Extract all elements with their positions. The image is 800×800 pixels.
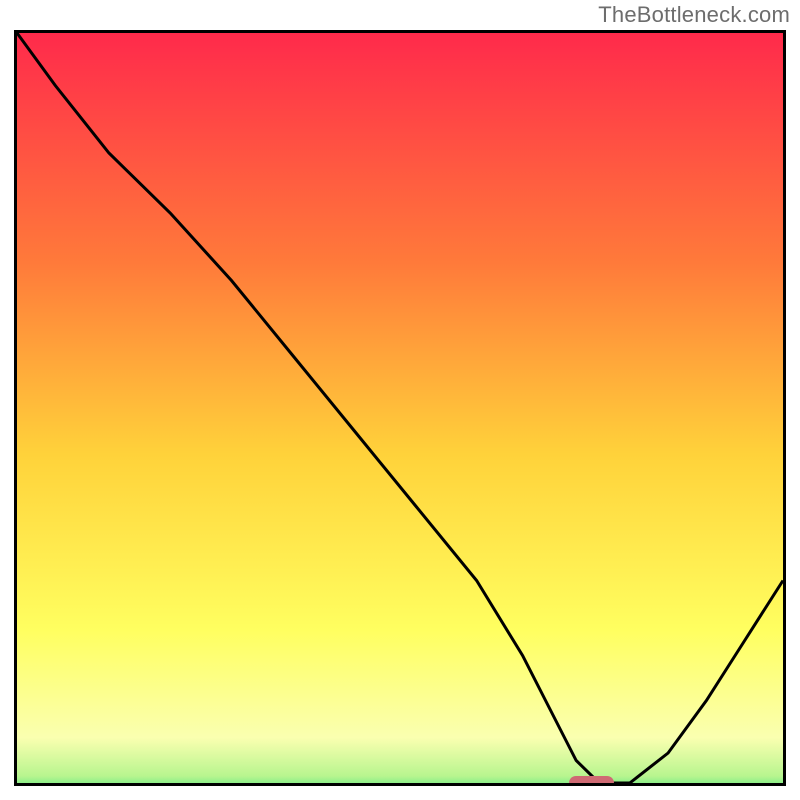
- plot-area: [14, 30, 786, 786]
- bottleneck-curve: [17, 33, 783, 783]
- chart-frame: TheBottleneck.com: [0, 0, 800, 800]
- optimal-marker: [569, 776, 615, 786]
- watermark-text: TheBottleneck.com: [598, 2, 790, 28]
